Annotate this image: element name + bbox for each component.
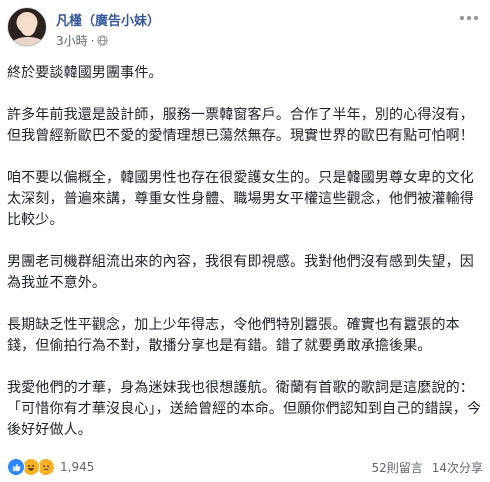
author-name[interactable]: 凡槿（廣告小妹）	[56, 10, 160, 29]
avatar-face	[20, 16, 36, 36]
paragraph-4: 男團老司機群組流出來的內容，我很有即視感。我對他們沒有感到失望，因為我並不意外。	[7, 254, 474, 291]
reaction-count[interactable]: 1,945	[60, 460, 94, 474]
shares-count[interactable]: 14次分享	[432, 459, 483, 476]
globe-icon	[97, 35, 109, 46]
paragraph-1: 終於要談韓國男團事件。	[7, 65, 163, 81]
paragraph-6: 我愛他們的才華，身為迷妹我也很想護航。衛蘭有首歌的歌詞是這麼說的：「可惜你有才華…	[7, 380, 482, 438]
post-body: 終於要談韓國男團事件。 許多年前我還是設計師，服務一票韓窗客戶。合作了半年，別的…	[7, 63, 483, 462]
comments-count[interactable]: 52則留言	[371, 459, 422, 476]
meta-separator: ·	[90, 33, 95, 48]
facebook-post: 凡槿（廣告小妹） 3小時 · 終於要談韓國男團事件。 許多年前我還是設計師，服務…	[0, 0, 490, 482]
more-options-icon[interactable]	[458, 10, 480, 26]
paragraph-3: 咱不要以偏概全，韓國男性也存在很愛護女生的。只是韓國男尊女卑的文化太深刻，普遍來…	[7, 170, 474, 228]
avatar-shirt	[12, 37, 44, 46]
post-meta: 3小時 ·	[56, 32, 109, 49]
like-icon	[7, 458, 25, 476]
reaction-summary[interactable]: 1,945	[7, 458, 94, 476]
paragraph-2: 許多年前我還是設計師，服務一票韓窗客戶。合作了半年，別的心得沒有，但我曾經新歐巴…	[7, 107, 474, 144]
paragraph-5: 長期缺乏性平觀念，加上少年得志，令他們特別囂張。確實也有囂張的本錢，但偷拍行為不…	[7, 317, 460, 354]
avatar[interactable]	[7, 7, 47, 47]
post-stats: 52則留言 14次分享	[371, 459, 483, 476]
post-footer: 1,945 52則留言 14次分享	[7, 456, 483, 478]
post-time[interactable]: 3小時	[56, 32, 88, 49]
